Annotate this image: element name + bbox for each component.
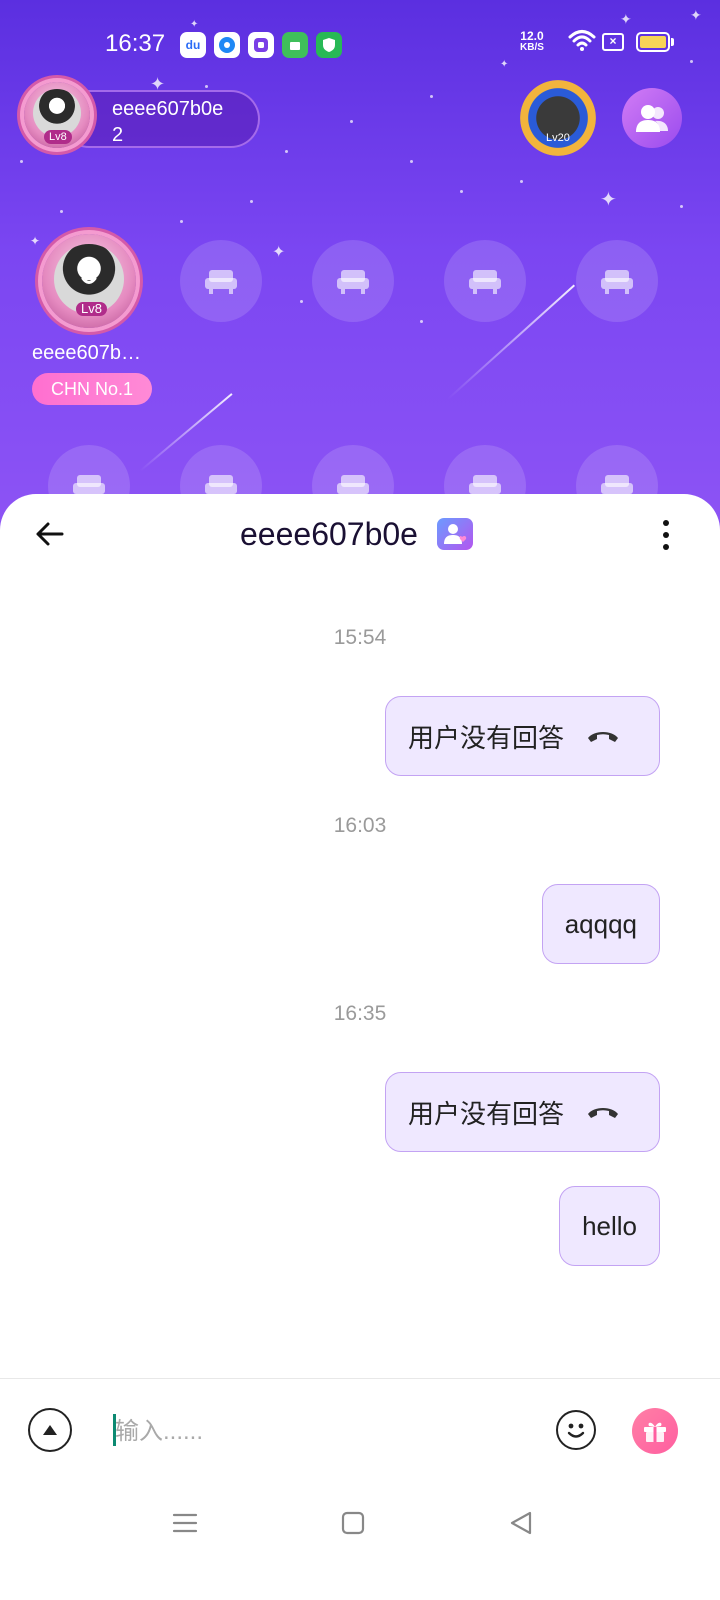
hang-up-icon [588, 1108, 619, 1118]
users-icon [636, 105, 668, 132]
message-bubble-call[interactable]: 用户没有回答 [385, 696, 660, 776]
host-name: eeee607b0e [112, 98, 224, 120]
expand-menu-button[interactable] [28, 1408, 72, 1452]
room-users-button[interactable] [622, 88, 682, 148]
baidu-icon: du [180, 32, 206, 58]
home-nav-icon[interactable] [340, 1510, 366, 1536]
call-status-text: 用户没有回答 [408, 1098, 565, 1129]
sofa-icon [205, 270, 237, 294]
text-caret [113, 1414, 116, 1446]
status-time: 16:37 [105, 30, 166, 57]
host-count: 2 [112, 124, 124, 146]
message-timestamp: 16:03 [333, 814, 387, 837]
host-info-pill[interactable]: eeee607b0e 2 [60, 90, 260, 148]
gift-icon [644, 1422, 666, 1442]
more-options-button[interactable] [660, 520, 672, 554]
input-divider [0, 1378, 720, 1379]
message-timestamp: 15:54 [333, 626, 387, 649]
status-bar: 16:37 du 12.0 KB/S × [0, 22, 720, 66]
friend-badge-icon [437, 518, 473, 550]
smiley-icon [567, 1423, 585, 1438]
gift-button[interactable] [632, 1408, 678, 1454]
wifi-icon [568, 30, 596, 51]
message-bubble-text[interactable]: aqqqq [541, 884, 660, 964]
host-level-tag: Lv8 [44, 130, 72, 144]
net-speed: 12.0 KB/S [520, 29, 544, 53]
back-arrow-icon[interactable] [32, 516, 68, 552]
menu-nav-icon[interactable] [172, 1510, 198, 1536]
triangle-up-icon [43, 1425, 57, 1435]
mic-icon [81, 268, 97, 284]
browser-icon [214, 32, 240, 58]
message-bubble-call[interactable]: 用户没有回答 [385, 1072, 660, 1152]
sofa-icon [601, 270, 633, 294]
shield-icon [316, 32, 342, 58]
message-text: hello [582, 1210, 637, 1241]
seat-occupied[interactable]: Lv8 [42, 234, 136, 328]
vip-level: Lv20 [546, 132, 570, 144]
message-bubble-text[interactable]: hello [559, 1186, 660, 1266]
sofa-icon [469, 270, 501, 294]
back-nav-icon[interactable] [508, 1510, 534, 1536]
host-avatar[interactable]: Lv8 [24, 82, 90, 148]
sofa-icon [337, 270, 369, 294]
message-input[interactable] [113, 1410, 537, 1454]
vip-rank-badge[interactable] [520, 80, 596, 156]
call-status-text: 用户没有回答 [408, 722, 565, 753]
seat-user-name: eeee607b… [32, 342, 141, 364]
empty-seat[interactable] [444, 240, 526, 322]
country-rank-badge: CHN No.1 [32, 373, 152, 405]
emoji-button[interactable] [556, 1410, 596, 1450]
empty-seat[interactable] [576, 240, 658, 322]
empty-seat[interactable] [312, 240, 394, 322]
store-icon [282, 32, 308, 58]
seat-level-tag: Lv8 [76, 302, 107, 316]
message-timestamp: 16:35 [333, 1002, 387, 1025]
chat-title: eeee607b0e [240, 516, 418, 552]
app-icon [248, 32, 274, 58]
empty-seat[interactable] [180, 240, 262, 322]
hang-up-icon [588, 732, 619, 742]
battery-icon [636, 32, 674, 52]
message-text: aqqqq [564, 908, 637, 939]
no-sim-icon: × [602, 33, 624, 51]
